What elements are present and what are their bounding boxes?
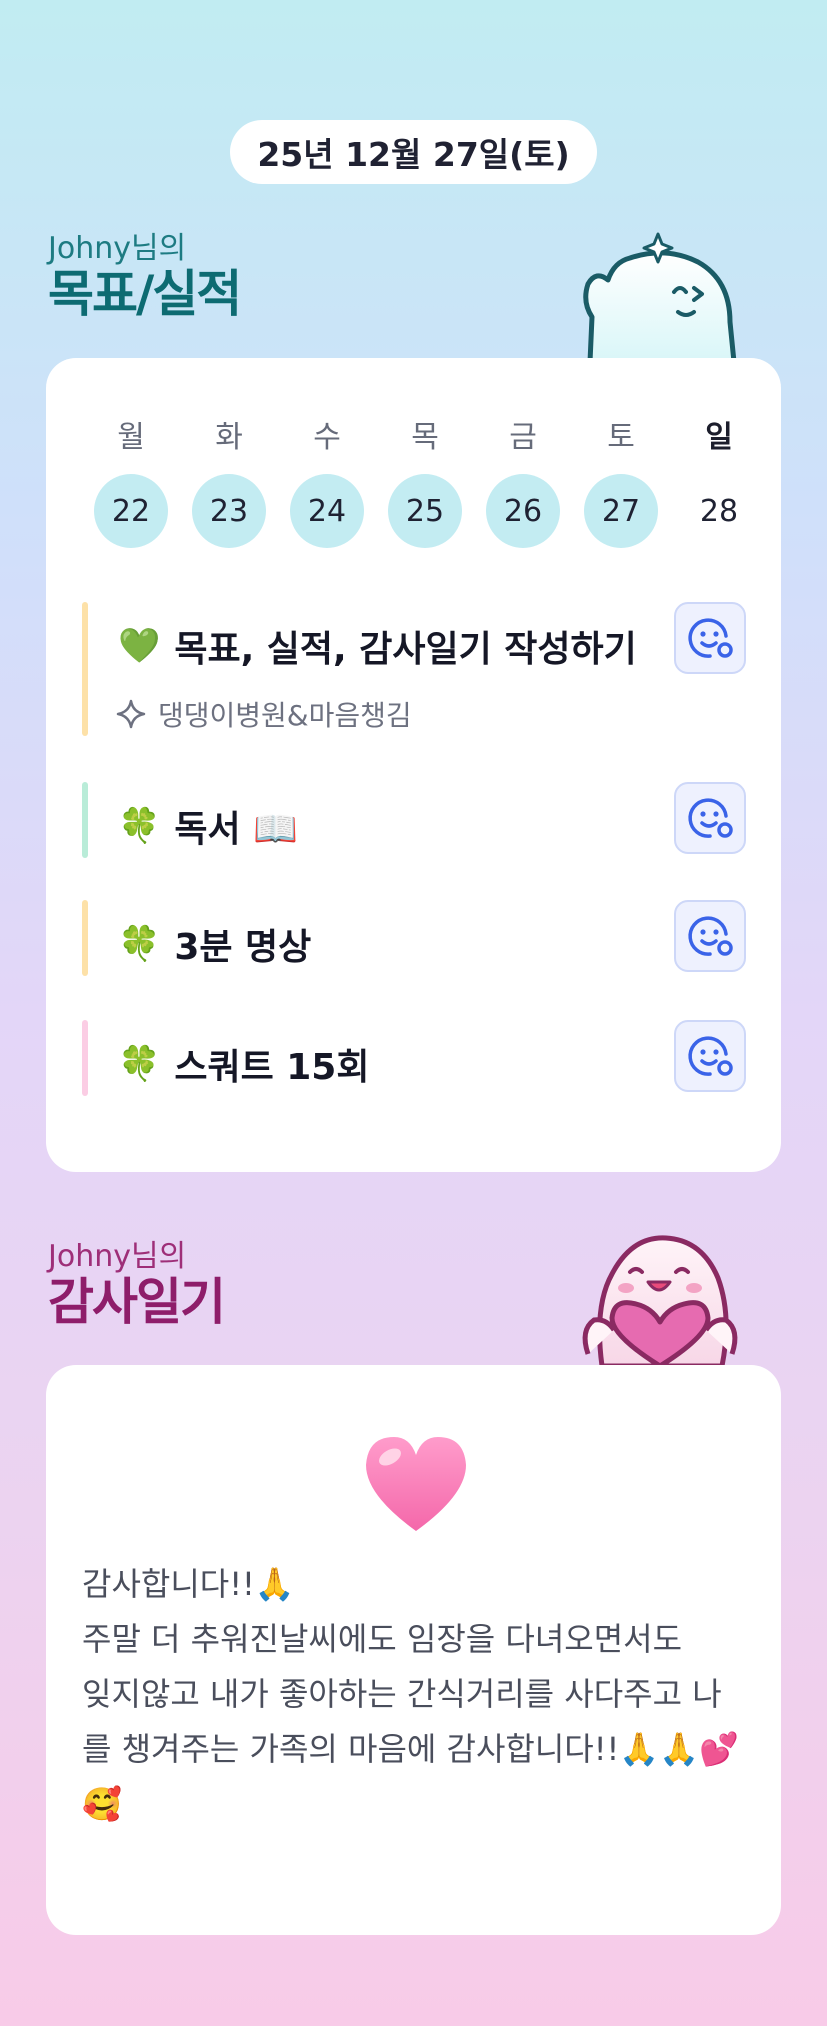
- reaction-button[interactable]: [674, 782, 746, 854]
- day-name: 화: [215, 420, 243, 455]
- goal-title: 💚 목표, 실적, 감사일기 작성하기: [118, 620, 637, 672]
- day-number: 27: [584, 474, 658, 548]
- goal-label: 스쿼트 15회: [174, 1047, 370, 1088]
- smile-reaction-icon: [688, 916, 733, 956]
- gratitude-card: 감사합니다!!🙏 주말 더 추워진날씨에도 임장을 다녀오면서도 잊지않고 내가…: [46, 1365, 781, 1935]
- goal-item[interactable]: 💚 목표, 실적, 감사일기 작성하기 댕댕이병원&마음챙김: [82, 602, 746, 736]
- day-column[interactable]: 목 25: [376, 416, 474, 548]
- mascot-heart-illustration: [582, 1235, 738, 1366]
- day-number: 28: [699, 493, 739, 529]
- day-name: 금: [509, 420, 537, 455]
- thanks-owner-label: Johny님의: [48, 1239, 187, 1274]
- goals-section-title: Johny님의 목표/실적: [48, 231, 242, 323]
- goal-item[interactable]: 🍀 3분 명상: [82, 900, 746, 976]
- week-calendar: 월 22 화 23 수 24 목 25 금 26 토 27 일 28: [82, 416, 768, 548]
- thanks-section-title: Johny님의 감사일기: [48, 1239, 226, 1331]
- day-column[interactable]: 수 24: [278, 416, 376, 548]
- smile-reaction-icon: [688, 618, 733, 658]
- day-name: 월: [117, 420, 145, 455]
- gratitude-text: 감사합니다!!🙏 주말 더 추워진날씨에도 임장을 다녀오면서도 잊지않고 내가…: [82, 1565, 739, 1823]
- goal-label: 목표, 실적, 감사일기 작성하기: [174, 629, 637, 670]
- day-column[interactable]: 월 22: [82, 416, 180, 548]
- heart-icon: [366, 1437, 466, 1531]
- goal-emoji: 💚: [118, 626, 161, 666]
- day-name: 일: [705, 420, 733, 455]
- goal-emoji: 🍀: [118, 1044, 161, 1084]
- goals-owner-label: Johny님의: [48, 231, 187, 266]
- day-name: 토: [607, 420, 635, 455]
- goal-title: 🍀 독서 📖: [118, 800, 298, 852]
- reaction-button[interactable]: [674, 602, 746, 674]
- day-number: 22: [94, 474, 168, 548]
- day-name: 수: [313, 420, 341, 455]
- mascot-wave-illustration: [583, 232, 737, 362]
- day-number: 26: [486, 474, 560, 548]
- goal-label: 3분 명상: [174, 927, 312, 968]
- day-column[interactable]: 토 27: [572, 416, 670, 548]
- goal-emoji: 🍀: [118, 924, 161, 964]
- goal-color-bar: [82, 900, 88, 976]
- day-column-today[interactable]: 일 28: [670, 416, 768, 548]
- goal-color-bar: [82, 602, 88, 736]
- goal-sub-label: 댕댕이병원&마음챙김: [158, 699, 412, 732]
- date-label: 25년 12월 27일(토): [257, 135, 570, 174]
- thanks-heading: 감사일기: [48, 1273, 226, 1331]
- goal-color-bar: [82, 782, 88, 858]
- goal-title: 🍀 3분 명상: [118, 918, 311, 970]
- goal-label: 독서 📖: [174, 809, 298, 850]
- day-number: 24: [290, 474, 364, 548]
- smile-reaction-icon: [688, 1036, 733, 1076]
- day-column[interactable]: 금 26: [474, 416, 572, 548]
- reaction-button[interactable]: [674, 900, 746, 972]
- goal-item[interactable]: 🍀 독서 📖: [82, 782, 746, 858]
- goal-title: 🍀 스쿼트 15회: [118, 1038, 369, 1090]
- day-number: 25: [388, 474, 462, 548]
- goal-emoji: 🍀: [118, 806, 161, 846]
- day-name: 목: [411, 420, 439, 455]
- goal-color-bar: [82, 1020, 88, 1096]
- goals-heading: 목표/실적: [48, 265, 242, 323]
- goal-subtitle: 댕댕이병원&마음챙김: [116, 694, 412, 734]
- day-column[interactable]: 화 23: [180, 416, 278, 548]
- day-number: 23: [192, 474, 266, 548]
- date-pill[interactable]: 25년 12월 27일(토): [230, 120, 597, 184]
- goals-card: 월 22 화 23 수 24 목 25 금 26 토 27 일 28 💚 목표,…: [46, 358, 781, 1172]
- reaction-button[interactable]: [674, 1020, 746, 1092]
- sparkle-icon: [116, 699, 146, 729]
- smile-reaction-icon: [688, 798, 733, 838]
- goal-item[interactable]: 🍀 스쿼트 15회: [82, 1020, 746, 1096]
